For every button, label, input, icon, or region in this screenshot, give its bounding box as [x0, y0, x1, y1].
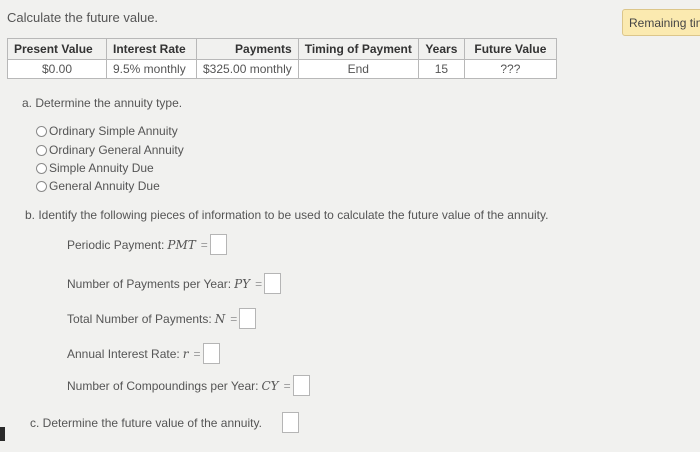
radio-option-ordinary-simple[interactable]: Ordinary Simple Annuity	[36, 124, 178, 138]
field-label: Number of Payments per Year:	[67, 276, 232, 291]
r-input[interactable]	[202, 343, 220, 364]
cell-interest-rate: 9.5% monthly	[106, 59, 197, 79]
py-input[interactable]	[264, 273, 282, 294]
radio-button[interactable]	[36, 180, 47, 192]
radio-button[interactable]	[36, 125, 47, 137]
header-payments: Payments	[196, 38, 299, 60]
part-b-prompt: b. Identify the following pieces of info…	[25, 208, 549, 222]
field-label: Number of Compoundings per Year:	[67, 378, 259, 393]
remaining-time-badge[interactable]: Remaining time	[622, 9, 700, 36]
radio-label: Ordinary General Annuity	[49, 143, 184, 157]
field-future-value: c. Determine the future value of the ann…	[30, 412, 299, 433]
radio-option-general-due[interactable]: General Annuity Due	[36, 179, 160, 193]
header-interest-rate: Interest Rate	[106, 38, 197, 60]
header-present-value: Present Value	[7, 38, 107, 60]
left-edge-tab	[0, 427, 5, 441]
radio-option-ordinary-general[interactable]: Ordinary General Annuity	[36, 143, 184, 157]
given-values-table: Present Value Interest Rate Payments Tim…	[7, 38, 557, 79]
radio-label: General Annuity Due	[49, 179, 160, 193]
radio-option-simple-due[interactable]: Simple Annuity Due	[36, 161, 154, 175]
equals-sign: =	[193, 346, 201, 361]
table-row: $0.00 9.5% monthly $325.00 monthly End 1…	[7, 59, 557, 79]
header-future-value: Future Value	[463, 38, 557, 60]
radio-label: Simple Annuity Due	[49, 161, 154, 175]
field-annual-interest-rate: Annual Interest Rate: r =	[67, 343, 220, 364]
cell-years: 15	[417, 59, 465, 79]
math-symbol: N	[214, 311, 226, 326]
math-symbol: CY	[261, 378, 279, 393]
question-title: Calculate the future value.	[7, 10, 159, 25]
cell-payments: $325.00 monthly	[196, 59, 299, 79]
header-years: Years	[417, 38, 465, 60]
math-symbol: PMT	[167, 237, 196, 252]
equals-sign: =	[255, 276, 263, 291]
math-symbol: r	[182, 346, 189, 361]
field-label: Annual Interest Rate:	[67, 346, 180, 361]
cell-present-value: $0.00	[7, 59, 107, 79]
radio-button[interactable]	[36, 144, 47, 156]
cell-timing-of-payment: End	[297, 59, 419, 79]
equals-sign: =	[230, 311, 238, 326]
equals-sign: =	[200, 237, 208, 252]
part-c-prompt: c. Determine the future value of the ann…	[30, 415, 262, 430]
cy-input[interactable]	[292, 375, 310, 396]
radio-label: Ordinary Simple Annuity	[49, 124, 178, 138]
equals-sign: =	[283, 378, 291, 393]
field-payments-per-year: Number of Payments per Year: PY =	[67, 273, 282, 294]
field-total-payments: Total Number of Payments: N =	[67, 308, 257, 329]
field-periodic-payment: Periodic Payment: PMT =	[67, 234, 227, 255]
pmt-input[interactable]	[209, 234, 227, 255]
math-symbol: PY	[234, 276, 251, 291]
future-value-input[interactable]	[281, 412, 299, 433]
field-label: Total Number of Payments:	[67, 311, 212, 326]
n-input[interactable]	[239, 308, 257, 329]
field-label: Periodic Payment:	[67, 237, 165, 252]
table-header-row: Present Value Interest Rate Payments Tim…	[7, 38, 557, 60]
header-timing-of-payment: Timing of Payment	[297, 38, 419, 60]
radio-button[interactable]	[36, 162, 47, 174]
part-a-prompt: a. Determine the annuity type.	[22, 96, 183, 110]
field-compoundings-per-year: Number of Compoundings per Year: CY =	[67, 375, 310, 396]
cell-future-value: ???	[463, 59, 557, 79]
